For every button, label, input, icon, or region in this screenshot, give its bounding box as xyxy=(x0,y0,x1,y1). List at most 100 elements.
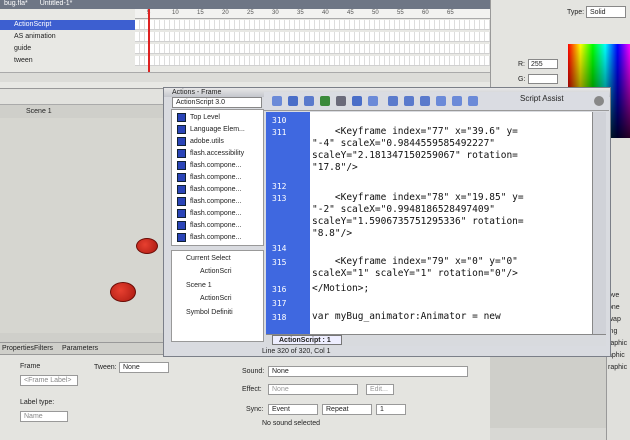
editor-scrollbar[interactable] xyxy=(592,112,606,334)
frame-label-heading: Frame xyxy=(20,363,41,370)
layer-as-animation[interactable]: AS animation xyxy=(0,32,135,42)
tab-bug-fla[interactable]: bug.fla* xyxy=(4,0,28,7)
layer-actionscript[interactable]: ActionScript xyxy=(0,20,135,30)
repeat-count-input[interactable]: 1 xyxy=(376,404,406,415)
book-icon xyxy=(177,125,186,134)
layer-tween[interactable]: tween xyxy=(0,56,135,66)
code-hint-icon[interactable] xyxy=(352,96,362,106)
line-number: 313 xyxy=(272,194,287,203)
toolbox-item[interactable]: Language Elem... xyxy=(190,126,245,133)
layer-guide[interactable]: guide xyxy=(0,44,135,54)
green-label: G: xyxy=(518,76,526,83)
toolbox-item[interactable]: flash.compone... xyxy=(190,198,241,205)
script-assist-button[interactable]: Script Assist xyxy=(520,94,564,103)
ruler-tick: 45 xyxy=(347,10,354,16)
layer-frames[interactable] xyxy=(135,20,490,30)
properties-tab-bar: Properties Filters Parameters xyxy=(0,342,170,354)
expand-all-icon[interactable] xyxy=(420,96,430,106)
frame-label-input[interactable]: <Frame Label> xyxy=(20,375,78,386)
label-type-heading: Label type: xyxy=(20,399,55,406)
book-icon xyxy=(177,185,186,194)
frame-ruler[interactable]: 5 10 15 20 25 30 35 40 45 50 55 60 65 xyxy=(135,9,490,19)
toolbox-item[interactable]: Top Level xyxy=(190,114,220,121)
sound-label: Sound: xyxy=(242,368,265,375)
toolbox-item[interactable]: flash.accessibility xyxy=(190,150,244,157)
repeat-select[interactable]: Repeat xyxy=(322,404,372,415)
language-select[interactable]: ActionScript 3.0 xyxy=(172,97,262,108)
tab-properties[interactable]: Properties xyxy=(2,345,34,352)
tree-item[interactable]: ActionScri xyxy=(200,295,232,302)
fill-type-label: Type: xyxy=(567,9,585,16)
label-type-select[interactable]: Name xyxy=(20,411,68,422)
ladybug-symbol[interactable] xyxy=(110,282,136,302)
tab-parameters[interactable]: Parameters xyxy=(62,345,98,352)
library-item[interactable]: raphic xyxy=(608,364,627,371)
tween-select[interactable]: None xyxy=(119,362,169,373)
fill-type-select[interactable]: Solid xyxy=(586,6,626,18)
book-icon xyxy=(177,173,186,182)
toolbox-item[interactable]: flash.compone... xyxy=(190,162,241,169)
line-number: 314 xyxy=(272,244,287,253)
tab-filters[interactable]: Filters xyxy=(34,345,53,352)
code-line: var myBug_animator:Animator = new xyxy=(312,311,501,322)
red-value-field[interactable]: 255 xyxy=(528,59,558,69)
sound-select[interactable]: None xyxy=(268,366,468,377)
help-icon[interactable] xyxy=(594,96,604,106)
toolbox-item[interactable]: flash.compone... xyxy=(190,222,241,229)
ruler-tick: 25 xyxy=(247,10,254,16)
tab-untitled[interactable]: Untitled-1* xyxy=(40,0,73,7)
scene-breadcrumb[interactable]: Scene 1 xyxy=(26,108,52,115)
book-icon xyxy=(177,233,186,242)
toolbox-item[interactable]: adobe.utils xyxy=(190,138,224,145)
timeline-status-bar xyxy=(0,72,490,82)
auto-format-icon[interactable] xyxy=(336,96,346,106)
line-number: 315 xyxy=(272,258,287,267)
panel-bottom-icons xyxy=(490,428,606,440)
tree-scene[interactable]: Scene 1 xyxy=(186,282,212,289)
stage[interactable] xyxy=(0,118,165,333)
green-value-field[interactable] xyxy=(528,74,558,84)
editor-status-line: Line 320 of 320, Col 1 xyxy=(262,348,331,355)
playhead[interactable] xyxy=(148,9,150,75)
code-line: "8.8"/> xyxy=(312,228,353,239)
target-icon[interactable] xyxy=(304,96,314,106)
block-comment-icon[interactable] xyxy=(436,96,446,106)
book-icon xyxy=(177,137,186,146)
tween-label: Tween: xyxy=(94,364,117,371)
find-icon[interactable] xyxy=(288,96,298,106)
code-line: scaleX="1" scaleY="1" rotation="0"/> xyxy=(312,268,518,279)
red-label: R: xyxy=(518,61,525,68)
ruler-tick: 60 xyxy=(422,10,429,16)
book-icon xyxy=(177,149,186,158)
line-comment-icon[interactable] xyxy=(452,96,462,106)
add-statement-icon[interactable] xyxy=(272,96,282,106)
toolbox-item[interactable]: flash.compone... xyxy=(190,186,241,193)
tab-actionscript-1[interactable]: ActionScript : 1 xyxy=(272,335,342,345)
edit-button[interactable]: Edit... xyxy=(366,384,394,395)
ruler-tick: 40 xyxy=(322,10,329,16)
code-line: scaleY="1.5906735751295336" rotation= xyxy=(312,216,524,227)
toolbox-item[interactable]: flash.compone... xyxy=(190,210,241,217)
collapse-icon[interactable] xyxy=(388,96,398,106)
effect-select[interactable]: None xyxy=(268,384,358,395)
code-line: </Motion>; xyxy=(312,283,370,294)
toolbox-item[interactable]: flash.compone... xyxy=(190,234,241,241)
collapse-selection-icon[interactable] xyxy=(404,96,414,106)
tree-current-selection[interactable]: Current Select xyxy=(186,255,231,262)
layer-frames[interactable] xyxy=(135,32,490,42)
ladybug-symbol[interactable] xyxy=(136,238,158,254)
code-line: <Keyframe index="78" x="19.85" y= xyxy=(312,192,524,203)
code-line: "-4" scaleX="0.9844559585492227" xyxy=(312,138,496,149)
flash-ide-window: bug.fla* Untitled-1* 5 10 15 20 25 30 35… xyxy=(0,0,630,440)
toolbox-item[interactable]: flash.compone... xyxy=(190,174,241,181)
debug-options-icon[interactable] xyxy=(368,96,378,106)
sync-select[interactable]: Event xyxy=(268,404,318,415)
sync-label: Sync: xyxy=(246,406,264,413)
uncomment-icon[interactable] xyxy=(468,96,478,106)
check-syntax-icon[interactable] xyxy=(320,96,330,106)
tree-item[interactable]: ActionScri xyxy=(200,268,232,275)
tree-symbol-definitions[interactable]: Symbol Definiti xyxy=(186,309,233,316)
layer-frames[interactable] xyxy=(135,44,490,54)
layer-frames[interactable] xyxy=(135,56,490,66)
line-number: 316 xyxy=(272,285,287,294)
